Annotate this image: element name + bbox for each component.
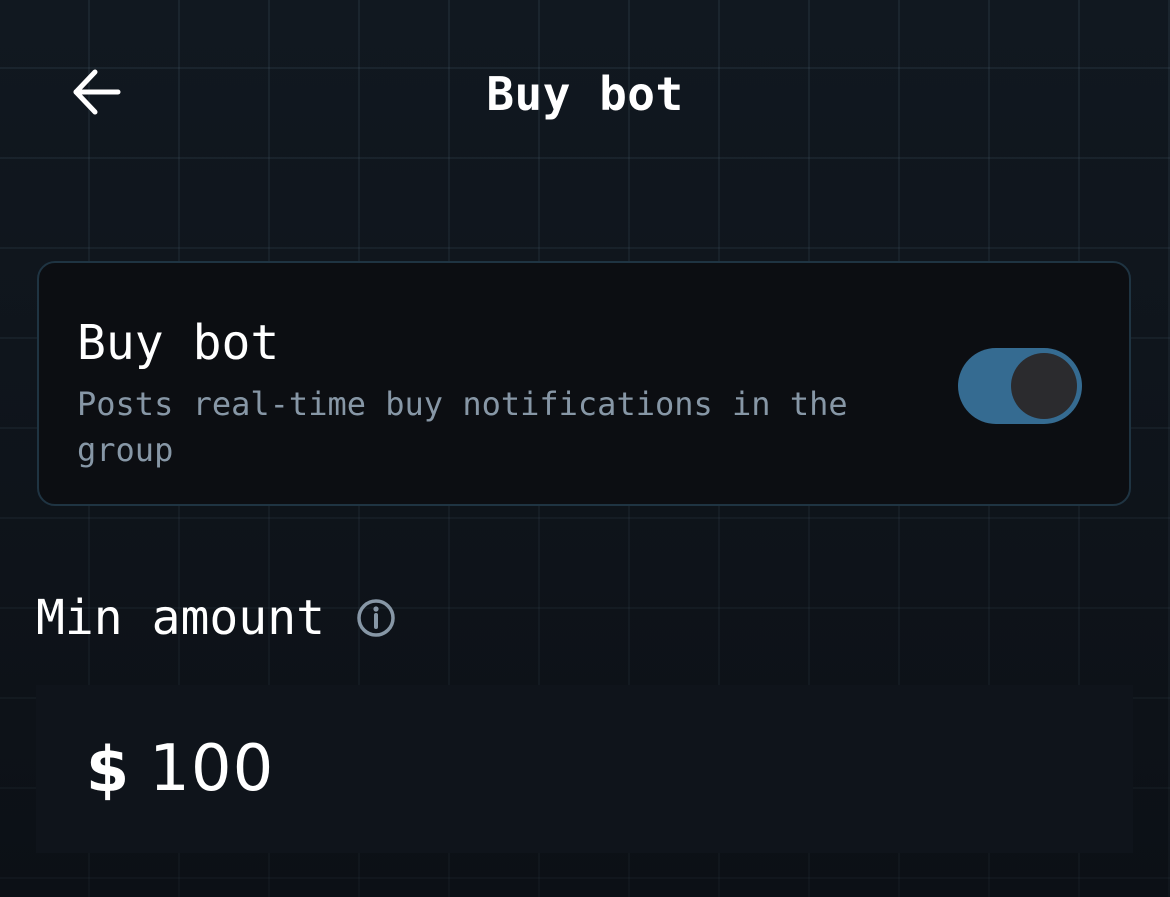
buy-bot-toggle[interactable] [958,348,1082,424]
min-amount-label-row: Min amount [36,588,397,648]
min-amount-input[interactable]: $ 100 [36,685,1133,853]
info-icon[interactable] [355,597,397,639]
currency-symbol: $ [86,732,130,806]
buy-bot-card: Buy bot Posts real-time buy notification… [37,261,1131,506]
app-header: Buy bot [0,0,1170,190]
toggle-knob [1011,353,1077,419]
buy-bot-card-description: Posts real-time buy notifications in the… [77,385,848,469]
min-amount-label: Min amount [36,590,325,646]
min-amount-value: 100 [149,732,275,806]
page-title: Buy bot [486,67,684,121]
buy-bot-card-title: Buy bot [77,315,280,371]
